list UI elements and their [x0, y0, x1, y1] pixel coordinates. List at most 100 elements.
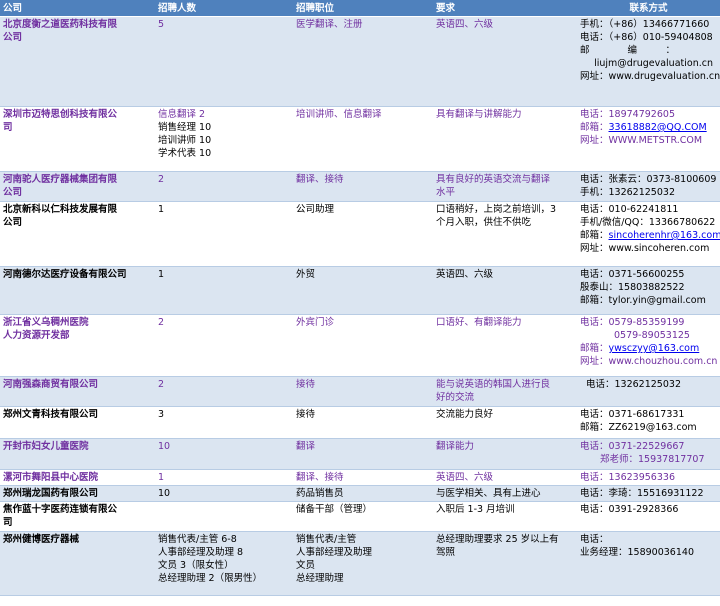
contact-email-link[interactable]: ywsczyy@163.com	[609, 343, 700, 354]
contact-email[interactable]: 邮箱：tylor.yin@gmail.com	[580, 294, 717, 307]
company-name: 浙江省义乌稠州医院	[3, 317, 89, 328]
company-cell: 郑州瑞龙国药有限公司	[0, 485, 155, 502]
contact-line: 电话：（+86）010-59404808	[580, 32, 713, 43]
count-value: 1	[158, 204, 165, 215]
company-name: 司	[3, 517, 13, 528]
contact-cell: 电话：0391-2928366	[577, 501, 720, 532]
contact-cell: 电话：0371-68617331 邮箱：ZZ6219@163.com	[577, 406, 720, 439]
contact-line: 电话：张素云：0373-8100609	[580, 174, 717, 185]
contact-cell: 电话：李琦：15516931122	[577, 485, 720, 502]
count-value: 销售代表/主管 6-8	[158, 534, 237, 545]
company-name: 郑州健博医疗器械	[3, 534, 80, 545]
table-row: 郑州瑞龙国药有限公司 10 药品销售员 与医学相关、具有上进心 电话：李琦：15…	[0, 485, 720, 502]
contact-line: 电话：0391-2928366	[580, 504, 679, 515]
table-row: 开封市妇女儿童医院 10 翻译 翻译能力 电话：0371-22529667 郑老…	[0, 438, 720, 470]
contact-line: 邮箱：33618882@QQ.COM	[580, 122, 707, 133]
company-name: 郑州文青科技有限公司	[3, 409, 99, 420]
requirement-value: 英语四、六级	[436, 472, 494, 483]
recruitment-table: 公司 招聘人数 招聘职位 要求 联系方式 北京度衡之道医药科技有限 公司 5 医…	[0, 0, 720, 596]
position-cell: 医学翻译、注册	[293, 16, 433, 107]
contact-line: 手机：（+86）13466771660	[580, 19, 710, 30]
table-row: 焦作蓝十字医药连锁有限公 司 储备干部（管理） 入职后 1-3 月培训 电话：0…	[0, 501, 720, 532]
count-cell: 销售代表/主管 6-8 人事部经理及助理 8 文员 3（限女性） 总经理助理 2…	[155, 531, 293, 596]
contact-line: 邮 编 ：	[580, 45, 676, 56]
count-value: 3	[158, 409, 165, 420]
requirement-value: 具有翻译与讲解能力	[436, 109, 522, 120]
contact-website[interactable]: 网址：WWW.METSTR.COM	[580, 134, 717, 147]
header-company: 公司	[0, 0, 155, 17]
requirement-cell: 英语四、六级	[433, 16, 577, 107]
contact-cell: 电话：18974792605 邮箱：33618882@QQ.COM 网址：WWW…	[577, 106, 720, 172]
count-value: 2	[158, 174, 165, 185]
contact-website[interactable]: 网址：www.drugevaluation.cn	[580, 70, 720, 83]
contact-website[interactable]: 网址：www.chouzhou.com.cn	[580, 355, 717, 368]
contact-cell: 电话：0579-85359199 0579-89053125 邮箱：ywsczy…	[577, 314, 720, 377]
requirement-cell: 英语四、六级	[433, 469, 577, 486]
count-cell: 1	[155, 469, 293, 486]
contact-email-link[interactable]: sincoherenhr@163.com	[609, 230, 720, 241]
table-row: 河南德尔达医疗设备有限公司 1 外贸 英语四、六级 电话：0371-566002…	[0, 266, 720, 315]
contact-email[interactable]: liujm@drugevaluation.cn	[580, 57, 717, 70]
position-cell: 培训讲师、信息翻译	[293, 106, 433, 172]
requirement-value: 总经理助理要求 25 岁以上有	[436, 534, 559, 545]
count-value: 培训讲师 10	[158, 135, 212, 146]
requirement-value: 驾照	[436, 547, 456, 558]
contact-line: 电话：0579-85359199	[580, 317, 685, 328]
contact-line: 电话：	[580, 534, 609, 545]
position-value: 公司助理	[296, 204, 335, 215]
company-name: 北京度衡之道医药科技有限	[3, 19, 118, 30]
contact-line: 郑老师：15937817707	[600, 454, 705, 465]
position-cell: 外宾门诊	[293, 314, 433, 377]
header-requirement: 要求	[433, 0, 577, 17]
company-cell: 北京新科以仁科技发展有限 公司	[0, 201, 155, 267]
position-value: 储备干部（管理）	[296, 504, 373, 515]
requirement-cell: 口语好、有翻译能力	[433, 314, 577, 377]
requirement-value: 口语稍好，上岗之前培训，3	[436, 204, 557, 215]
count-cell: 2	[155, 171, 293, 202]
contact-cell: 电话：010-62241811 手机/微信/QQ：13366780622 邮箱：…	[577, 201, 720, 267]
contact-line: 电话：010-62241811	[580, 204, 679, 215]
position-value: 翻译	[296, 441, 316, 452]
position-cell: 销售代表/主管 人事部经理及助理 文员 总经理助理	[293, 531, 433, 596]
position-value: 文员	[296, 560, 316, 571]
count-value: 文员 3（限女性）	[158, 560, 234, 571]
count-value: 学术代表 10	[158, 148, 212, 159]
position-value: 总经理助理	[296, 573, 344, 584]
contact-email-link[interactable]: 33618882@QQ.COM	[609, 122, 707, 133]
requirement-value: 入职后 1-3 月培训	[436, 504, 515, 515]
company-cell: 深圳市迈特思创科技有限公 司	[0, 106, 155, 172]
requirement-value: 水平	[436, 187, 456, 198]
count-value: 5	[158, 19, 165, 30]
table-row: 深圳市迈特思创科技有限公 司 信息翻译 2 销售经理 10 培训讲师 10 学术…	[0, 106, 720, 172]
requirement-value: 口语好、有翻译能力	[436, 317, 522, 328]
contact-line: 电话：0371-68617331	[580, 409, 685, 420]
requirement-cell: 入职后 1-3 月培训	[433, 501, 577, 532]
table-row: 郑州健博医疗器械 销售代表/主管 6-8 人事部经理及助理 8 文员 3（限女性…	[0, 531, 720, 596]
requirement-cell: 口语稍好，上岗之前培训，3 个月入职，供住不供吃	[433, 201, 577, 267]
count-value: 10	[158, 441, 171, 452]
contact-line: 电话：李琦：15516931122	[580, 488, 704, 499]
requirement-cell: 与医学相关、具有上进心	[433, 485, 577, 502]
requirement-value: 好的交流	[436, 392, 475, 403]
contact-line: 电话：13623956336	[580, 472, 675, 483]
requirement-cell: 交流能力良好	[433, 406, 577, 439]
company-name: 开封市妇女儿童医院	[3, 441, 89, 452]
position-cell: 接待	[293, 376, 433, 407]
position-value: 翻译、接待	[296, 472, 344, 483]
company-cell: 漯河市舞阳县中心医院	[0, 469, 155, 486]
contact-website[interactable]: 网址：www.sincoheren.com	[580, 242, 717, 255]
requirement-value: 与医学相关、具有上进心	[436, 488, 541, 499]
requirement-value: 能与说英语的韩国人进行良	[436, 379, 551, 390]
header-count: 招聘人数	[155, 0, 293, 17]
contact-email[interactable]: 邮箱：ZZ6219@163.com	[580, 421, 717, 434]
position-cell: 外贸	[293, 266, 433, 315]
count-value: 销售经理 10	[158, 122, 212, 133]
count-value: 1	[158, 269, 165, 280]
position-cell: 翻译、接待	[293, 171, 433, 202]
position-cell: 翻译	[293, 438, 433, 470]
requirement-cell: 总经理助理要求 25 岁以上有 驾照	[433, 531, 577, 596]
contact-cell: 电话：张素云：0373-8100609 手机：13262125032	[577, 171, 720, 202]
requirement-cell: 具有良好的英语交流与翻译 水平	[433, 171, 577, 202]
company-cell: 郑州健博医疗器械	[0, 531, 155, 596]
company-cell: 河南强森商贸有限公司	[0, 376, 155, 407]
